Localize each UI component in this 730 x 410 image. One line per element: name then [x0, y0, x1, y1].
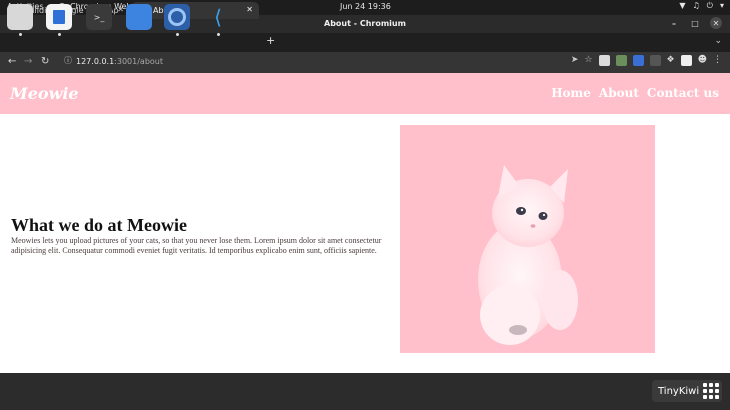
- url-text: 127.0.0.1:3001/about: [76, 57, 163, 66]
- close-icon: ✕: [712, 18, 720, 28]
- maximize-icon: □: [691, 18, 699, 28]
- grid-dot: [709, 383, 713, 387]
- puzzle-icon[interactable]: ❖: [667, 55, 675, 66]
- profile-icon[interactable]: ☻: [698, 55, 707, 66]
- back-button[interactable]: ←: [8, 56, 16, 67]
- extension-icon[interactable]: [632, 55, 644, 66]
- plus-icon: +: [266, 34, 276, 47]
- volume-icon: ♫: [692, 1, 700, 10]
- grid-dot: [715, 395, 719, 399]
- sidebar-icon[interactable]: [680, 55, 692, 66]
- tab-search-button[interactable]: ⌄: [714, 36, 722, 46]
- site-navbar: Meowie Home About Contact us: [0, 73, 730, 114]
- app-dock: [0, 373, 730, 410]
- chromium-app-icon[interactable]: [164, 4, 190, 30]
- document-icon: [53, 10, 65, 24]
- new-tab-button[interactable]: +: [266, 34, 275, 47]
- terminal-app-icon[interactable]: >_: [86, 4, 112, 30]
- extension-toolbar: ➤ ☆ ❖ ☻ ⋮: [571, 55, 722, 66]
- grid-dot: [715, 383, 719, 387]
- grid-dot: [709, 389, 713, 393]
- running-indicator: [217, 33, 220, 36]
- send-icon[interactable]: ➤: [571, 55, 579, 66]
- extension-icon[interactable]: [649, 55, 661, 66]
- address-bar[interactable]: ⓘ 127.0.0.1:3001/about: [62, 55, 612, 70]
- running-indicator: [19, 33, 22, 36]
- info-icon[interactable]: ⓘ: [64, 55, 72, 66]
- window-controls: – □ ✕: [668, 17, 722, 29]
- menu-icon[interactable]: ⋮: [713, 55, 722, 66]
- site-nav-links: Home About Contact us: [551, 86, 719, 100]
- show-apps-button[interactable]: [703, 383, 719, 399]
- calculator-app-icon[interactable]: [126, 4, 152, 30]
- clock[interactable]: Jun 24 19:36: [340, 2, 391, 11]
- vscode-app-icon[interactable]: ⟨: [205, 4, 231, 30]
- minimize-button[interactable]: –: [668, 17, 680, 29]
- kitten-illustration: [478, 165, 578, 345]
- close-tab-icon[interactable]: ✕: [246, 5, 253, 14]
- forward-button[interactable]: →: [24, 56, 32, 67]
- url-host: 127.0.0.1: [76, 57, 115, 66]
- text-editor-app-icon[interactable]: [46, 4, 72, 30]
- grid-dot: [715, 389, 719, 393]
- chevron-down-icon: ⌄: [714, 36, 722, 46]
- page-heading: What we do at Meowie: [11, 215, 187, 235]
- about-paragraph: Meowies lets you upload pictures of your…: [11, 236, 382, 255]
- tinykiwi-label: TinyKiwi: [658, 385, 700, 397]
- system-tray[interactable]: ▼ ♫ ⏻ ▾: [679, 1, 724, 11]
- arrow-left-icon: ←: [8, 56, 17, 67]
- grid-dot: [703, 389, 707, 393]
- running-indicator: [176, 33, 179, 36]
- nav-link-about[interactable]: About: [599, 86, 639, 100]
- power-icon: ⏻: [706, 1, 713, 10]
- extension-icon[interactable]: [615, 55, 627, 66]
- about-section: What we do at Meowie Meowies lets you up…: [11, 216, 391, 255]
- terminal-icon: >_: [93, 12, 105, 22]
- star-icon[interactable]: ☆: [584, 55, 592, 66]
- site-brand[interactable]: Meowie: [10, 84, 79, 103]
- url-path: :3001/about: [114, 57, 164, 66]
- reload-icon: ↻: [41, 56, 50, 67]
- close-window-button[interactable]: ✕: [710, 17, 722, 29]
- page-viewport: Meowie Home About Contact us What we do …: [0, 73, 730, 373]
- grid-dot: [709, 395, 713, 399]
- arrow-right-icon: →: [24, 56, 33, 67]
- nav-link-contact[interactable]: Contact us: [647, 86, 719, 100]
- extension-icon[interactable]: [598, 55, 610, 66]
- chromium-icon: [168, 8, 186, 26]
- grid-dot: [703, 383, 707, 387]
- minimize-icon: –: [672, 18, 676, 28]
- chevron-down-icon: ▾: [719, 1, 724, 10]
- wifi-icon: ▼: [679, 1, 686, 10]
- grid-dot: [703, 395, 707, 399]
- maximize-button[interactable]: □: [689, 17, 701, 29]
- tab-strip: [0, 33, 730, 52]
- reload-button[interactable]: ↻: [41, 56, 49, 67]
- nav-link-home[interactable]: Home: [551, 86, 591, 100]
- running-indicator: [58, 33, 61, 36]
- cat-image: [400, 125, 655, 353]
- close-tab-icon[interactable]: ✕: [117, 5, 124, 14]
- vscode-icon: ⟨: [214, 5, 222, 29]
- files-app-icon[interactable]: [7, 4, 33, 30]
